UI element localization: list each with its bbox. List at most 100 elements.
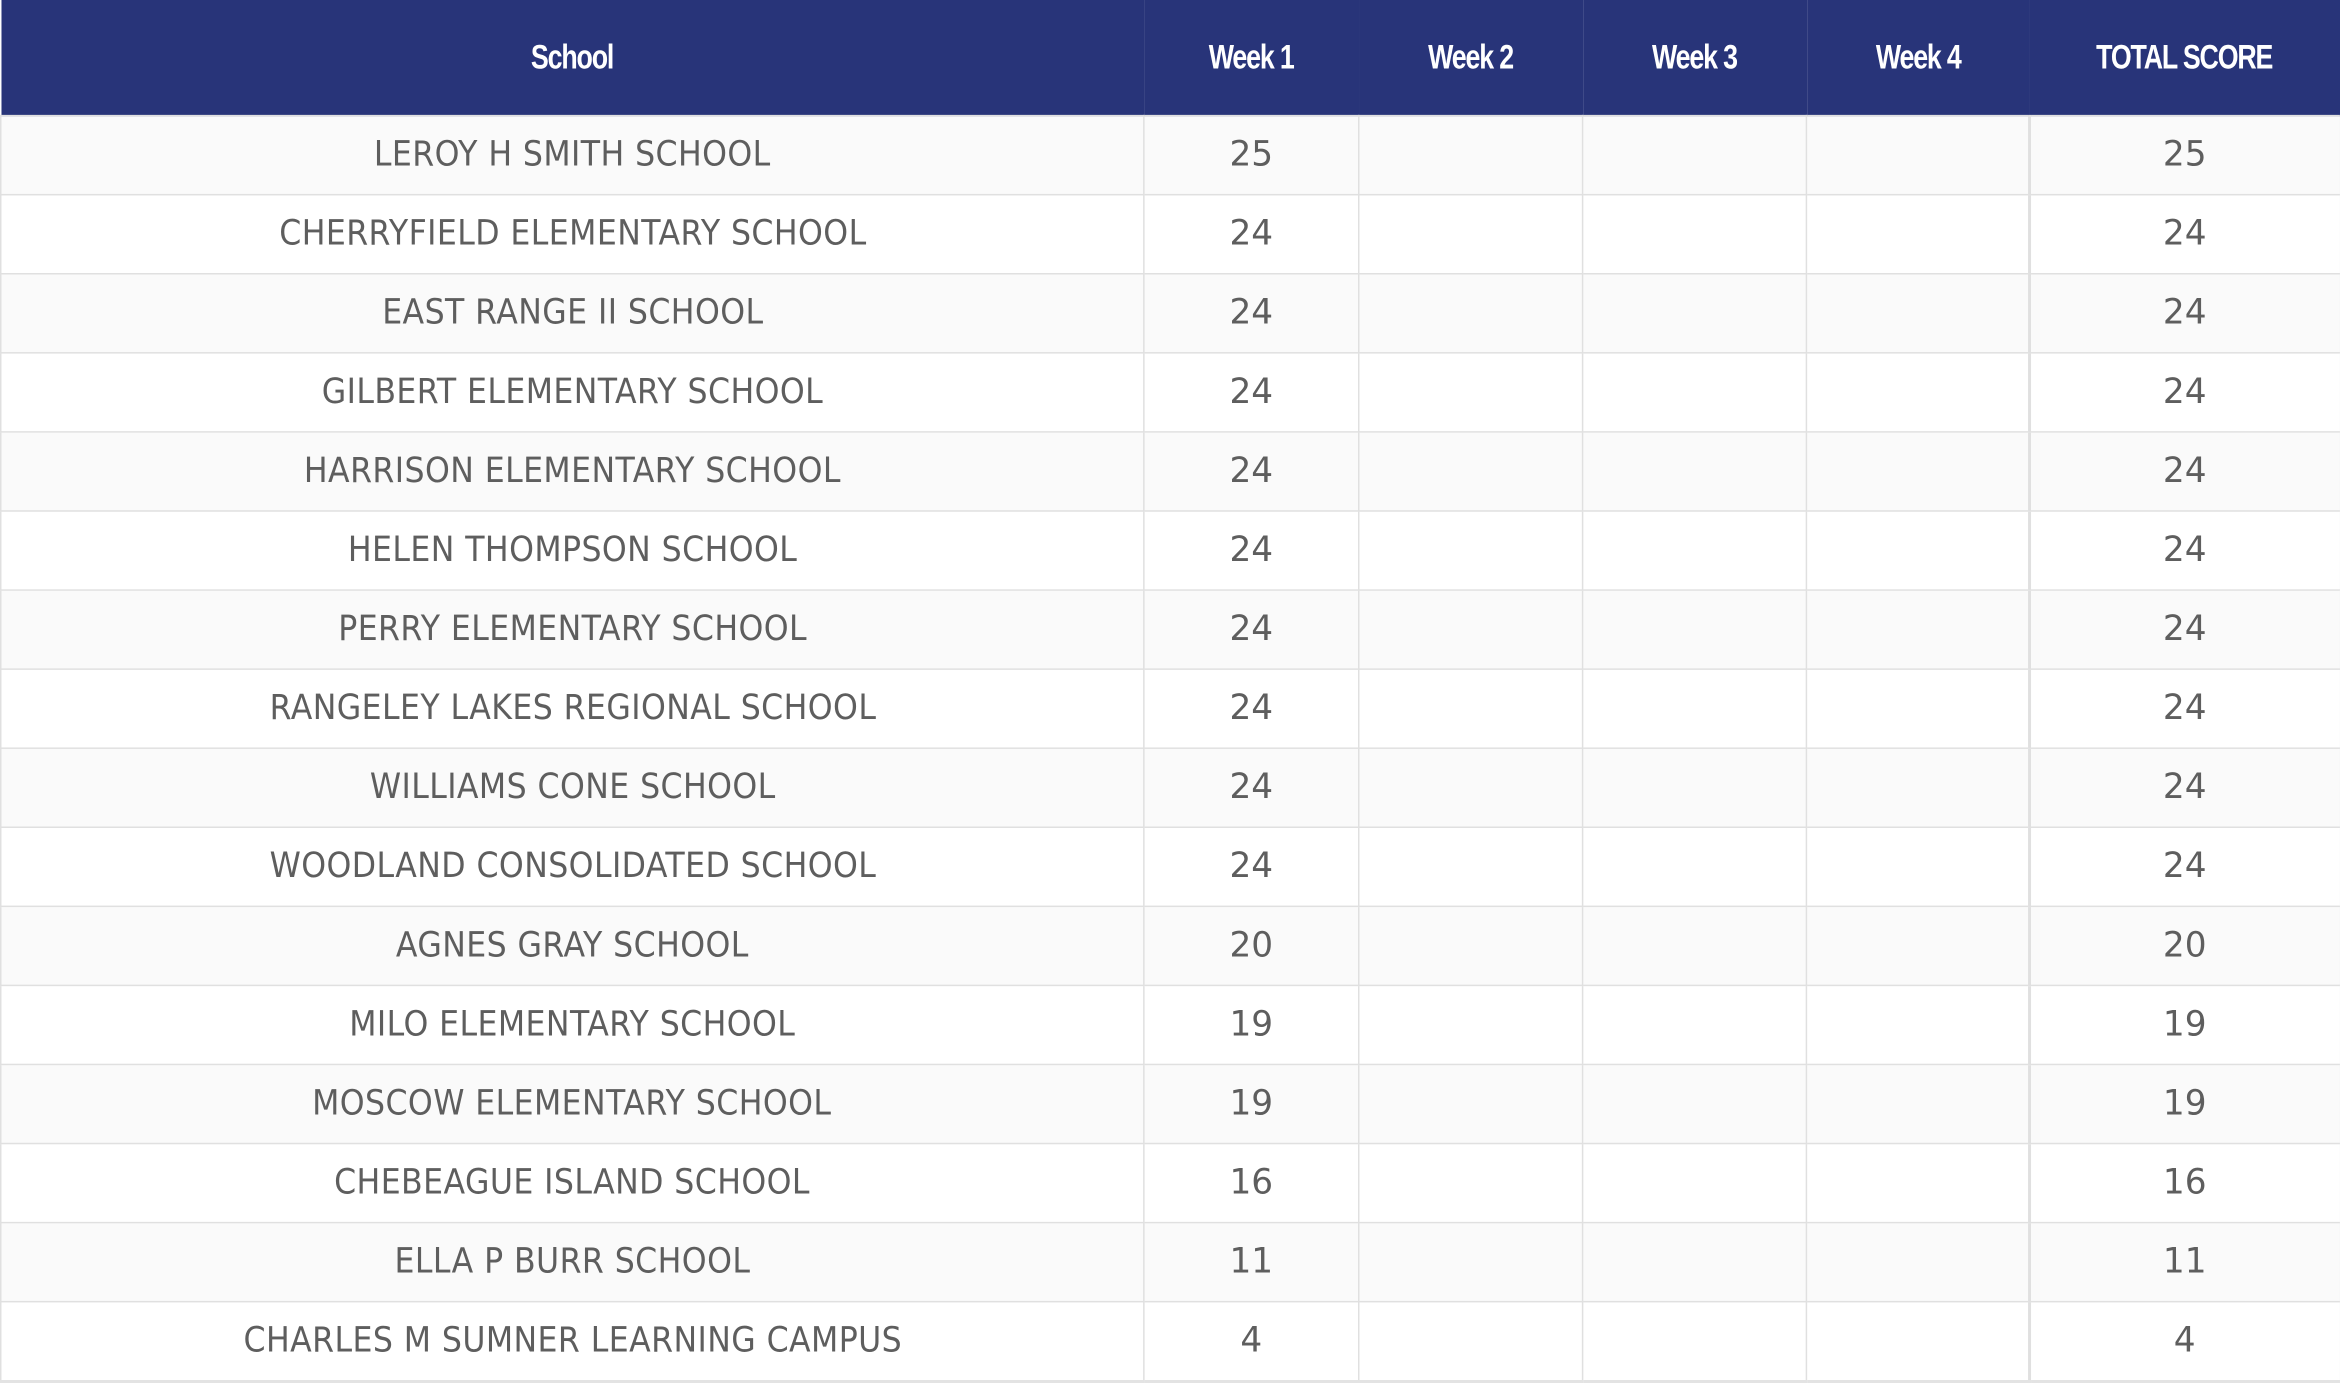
week-2-score-cell xyxy=(1357,747,1584,829)
week-1-score-text: 24 xyxy=(1229,531,1274,570)
week-4-score-cell xyxy=(1805,747,2030,829)
table-row: ELLA P BURR SCHOOL 11 11 xyxy=(0,1221,2340,1303)
week-1-score-cell: 24 xyxy=(1143,193,1360,275)
school-name-cell: CHEBEAGUE ISLAND SCHOOL xyxy=(0,1142,1145,1224)
school-name-cell: WILLIAMS CONE SCHOOL xyxy=(0,747,1145,829)
school-name-cell: MILO ELEMENTARY SCHOOL xyxy=(0,984,1145,1066)
table-row: CHEBEAGUE ISLAND SCHOOL 16 16 xyxy=(0,1142,2340,1224)
week-4-score-cell xyxy=(1805,1221,2030,1303)
column-header-week-2: Week 2 xyxy=(1358,0,1583,116)
week-3-score-cell xyxy=(1581,193,1808,275)
week-3-score-cell xyxy=(1581,1221,1808,1303)
week-3-score-cell xyxy=(1581,510,1808,591)
week-2-score-cell xyxy=(1357,589,1584,670)
scoreboard-page: School Week 1 Week 2 Week 3 Week 4 TOTAL… xyxy=(0,0,2340,1383)
total-score-cell: 19 xyxy=(2027,984,2340,1066)
week-4-score-cell xyxy=(1805,826,2030,908)
total-score-text: 24 xyxy=(2162,452,2207,491)
column-header-label: TOTAL SCORE xyxy=(2096,37,2274,77)
school-name-text: RANGELEY LAKES REGIONAL SCHOOL xyxy=(268,689,876,729)
week-1-score-text: 4 xyxy=(1240,1321,1263,1361)
week-2-score-cell xyxy=(1357,1063,1584,1145)
table-row: PERRY ELEMENTARY SCHOOL 24 24 xyxy=(0,589,2340,670)
total-score-cell: 24 xyxy=(2027,193,2340,275)
school-name-text: EAST RANGE II SCHOOL xyxy=(381,293,763,333)
total-score-cell: 11 xyxy=(2027,1221,2340,1303)
school-name-cell: MOSCOW ELEMENTARY SCHOOL xyxy=(0,1063,1145,1145)
week-1-score-text: 24 xyxy=(1229,689,1274,729)
week-1-score-cell: 24 xyxy=(1143,826,1360,908)
week-1-score-cell: 16 xyxy=(1143,1142,1360,1224)
total-score-text: 11 xyxy=(2162,1242,2207,1282)
week-4-score-cell xyxy=(1805,984,2030,1066)
week-2-score-cell xyxy=(1357,905,1584,987)
week-1-score-cell: 24 xyxy=(1143,668,1360,749)
total-score-text: 19 xyxy=(2162,1005,2207,1045)
week-2-score-cell xyxy=(1357,1221,1584,1303)
school-name-text: ELLA P BURR SCHOOL xyxy=(394,1242,751,1282)
table-header: School Week 1 Week 2 Week 3 Week 4 TOTAL… xyxy=(0,0,2340,116)
school-name-cell: HARRISON ELEMENTARY SCHOOL xyxy=(0,431,1145,512)
total-score-cell: 24 xyxy=(2027,431,2340,512)
table-body: LEROY H SMITH SCHOOL 25 25 CHERRYFIELD ELEM… xyxy=(0,114,2340,1383)
week-2-score-cell xyxy=(1357,1300,1584,1383)
total-score-cell: 4 xyxy=(2027,1300,2340,1383)
table-row: RANGELEY LAKES REGIONAL SCHOOL 24 24 xyxy=(0,668,2340,749)
total-score-text: 24 xyxy=(2162,293,2207,333)
week-2-score-cell xyxy=(1357,114,1584,196)
total-score-text: 20 xyxy=(2162,926,2207,966)
week-4-score-cell xyxy=(1805,1300,2030,1383)
school-name-cell: PERRY ELEMENTARY SCHOOL xyxy=(0,589,1145,670)
week-4-score-cell xyxy=(1805,668,2030,749)
school-name-text: CHEBEAGUE ISLAND SCHOOL xyxy=(334,1163,811,1203)
week-1-score-text: 24 xyxy=(1229,214,1274,254)
week-3-score-cell xyxy=(1581,589,1808,670)
school-name-cell: WOODLAND CONSOLIDATED SCHOOL xyxy=(0,826,1145,908)
table-row: MILO ELEMENTARY SCHOOL 19 19 xyxy=(0,984,2340,1066)
column-header-label: Week 1 xyxy=(1208,37,1295,77)
week-3-score-cell xyxy=(1581,431,1808,512)
week-1-score-text: 24 xyxy=(1229,372,1274,412)
school-name-cell: RANGELEY LAKES REGIONAL SCHOOL xyxy=(0,668,1145,749)
school-name-text: HELEN THOMPSON SCHOOL xyxy=(347,531,798,570)
week-1-score-cell: 20 xyxy=(1143,905,1360,987)
school-name-text: MILO ELEMENTARY SCHOOL xyxy=(349,1005,796,1045)
week-1-score-text: 24 xyxy=(1229,293,1274,333)
week-2-score-cell xyxy=(1357,431,1584,512)
total-score-text: 24 xyxy=(2162,768,2207,808)
week-1-score-text: 19 xyxy=(1229,1005,1274,1045)
week-1-score-text: 25 xyxy=(1229,135,1274,175)
week-4-score-cell xyxy=(1805,589,2030,670)
total-score-cell: 24 xyxy=(2027,668,2340,749)
week-2-score-cell xyxy=(1357,668,1584,749)
week-2-score-cell xyxy=(1357,826,1584,908)
week-4-score-cell xyxy=(1805,510,2030,591)
total-score-text: 24 xyxy=(2162,372,2207,412)
column-header-school: School xyxy=(0,0,1144,116)
total-score-text: 4 xyxy=(2173,1321,2196,1361)
week-3-score-cell xyxy=(1581,273,1808,354)
week-1-score-text: 16 xyxy=(1229,1163,1274,1203)
column-header-week-4: Week 4 xyxy=(1806,0,2029,116)
week-1-score-text: 24 xyxy=(1229,847,1274,887)
school-name-text: HARRISON ELEMENTARY SCHOOL xyxy=(303,452,841,491)
school-name-text: MOSCOW ELEMENTARY SCHOOL xyxy=(312,1084,832,1124)
table-row: HELEN THOMPSON SCHOOL 24 24 xyxy=(0,510,2340,591)
total-score-cell: 20 xyxy=(2027,905,2340,987)
school-name-cell: CHERRYFIELD ELEMENTARY SCHOOL xyxy=(0,193,1145,275)
table-row: HARRISON ELEMENTARY SCHOOL 24 24 xyxy=(0,431,2340,512)
week-1-score-cell: 24 xyxy=(1143,273,1360,354)
week-1-score-cell: 25 xyxy=(1143,114,1360,196)
school-name-text: WOODLAND CONSOLIDATED SCHOOL xyxy=(268,847,876,887)
week-4-score-cell xyxy=(1805,431,2030,512)
week-2-score-cell xyxy=(1357,510,1584,591)
column-header-label: Week 4 xyxy=(1875,37,1961,77)
week-2-score-cell xyxy=(1357,273,1584,354)
week-3-score-cell xyxy=(1581,1063,1808,1145)
week-1-score-text: 20 xyxy=(1229,926,1274,966)
total-score-cell: 24 xyxy=(2027,352,2340,433)
school-name-cell: EAST RANGE II SCHOOL xyxy=(0,273,1145,354)
total-score-cell: 19 xyxy=(2027,1063,2340,1145)
week-3-score-cell xyxy=(1581,668,1808,749)
week-1-score-text: 24 xyxy=(1229,768,1274,808)
